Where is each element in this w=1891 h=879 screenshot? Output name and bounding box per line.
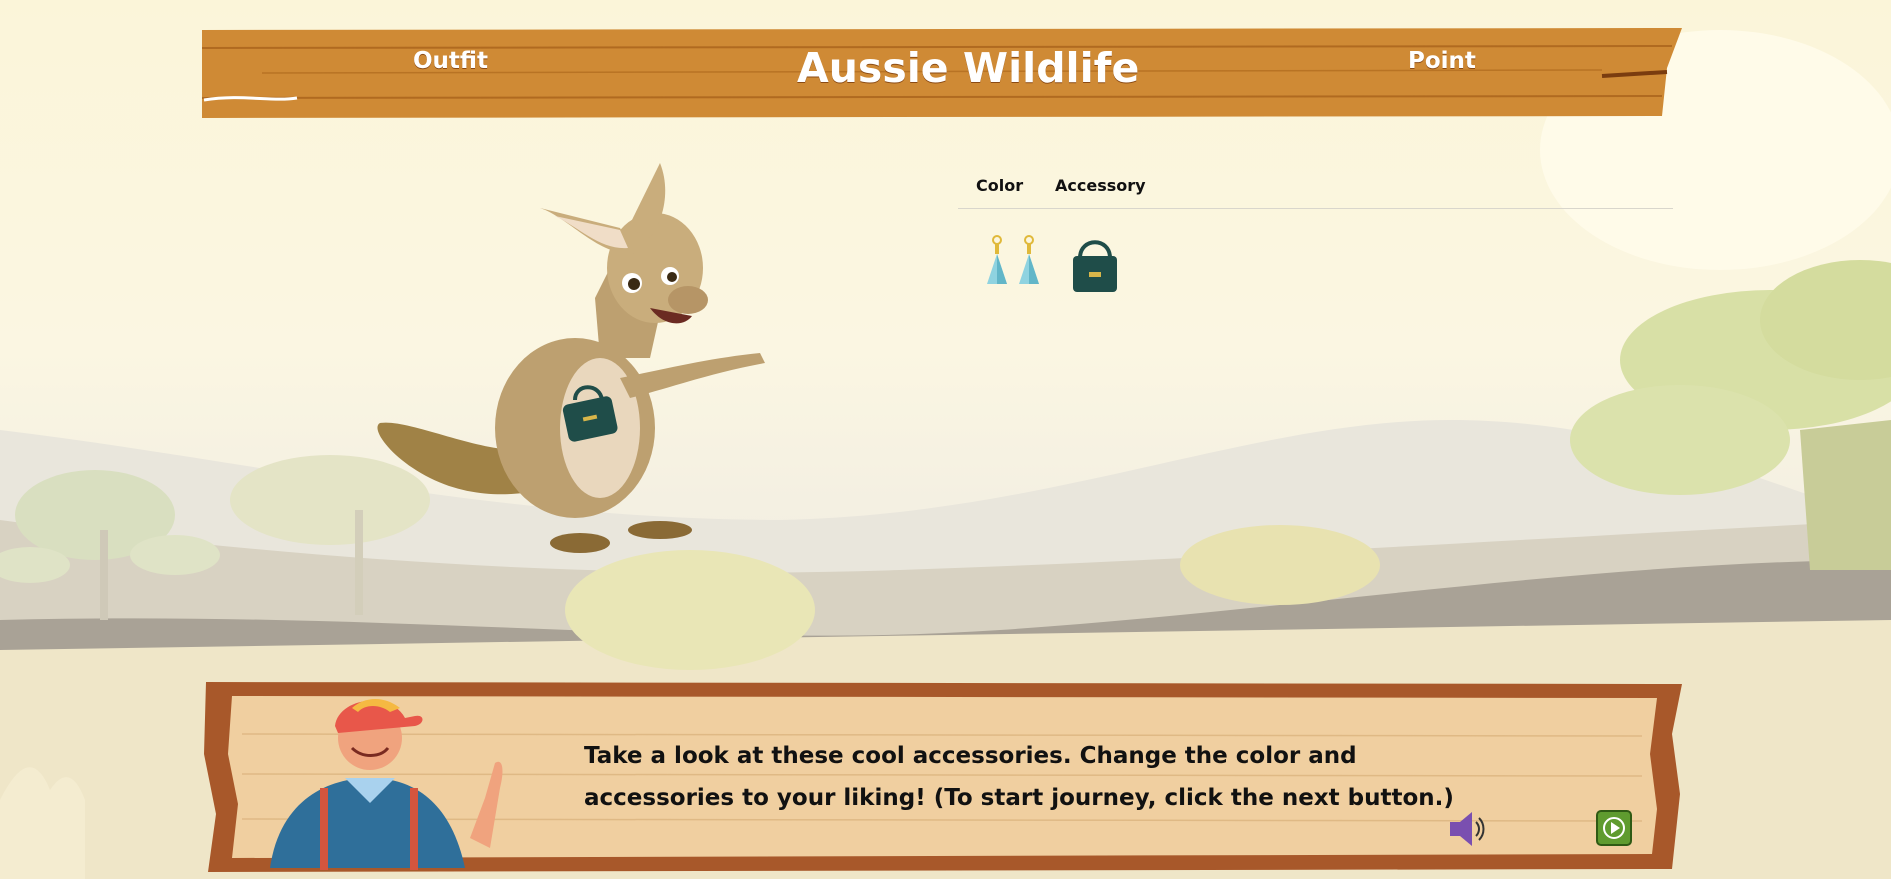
handbag-icon (1073, 240, 1117, 292)
outfit-button[interactable]: Outfit (413, 48, 488, 74)
earrings-item[interactable] (984, 234, 1044, 296)
kangaroo-character (377, 163, 765, 553)
dialog-message: Take a look at these cool accessories. C… (584, 743, 1454, 811)
speaker-icon (1450, 812, 1485, 846)
tab-color[interactable]: Color (976, 176, 1023, 195)
guide-character (270, 699, 503, 870)
play-icon (1596, 810, 1632, 846)
game-scene: Outfit Aussie Wildlife Point Color Acces… (0, 0, 1891, 879)
game-title: Aussie Wildlife (797, 44, 1140, 92)
customize-tabs: Color Accessory (958, 174, 1673, 209)
point-button[interactable]: Point (1408, 48, 1476, 74)
tab-accessory[interactable]: Accessory (1055, 176, 1146, 195)
sound-button[interactable] (1446, 810, 1488, 848)
handbag-item[interactable] (1071, 234, 1119, 294)
next-button[interactable] (1596, 810, 1632, 846)
earrings-icon (987, 235, 1039, 284)
